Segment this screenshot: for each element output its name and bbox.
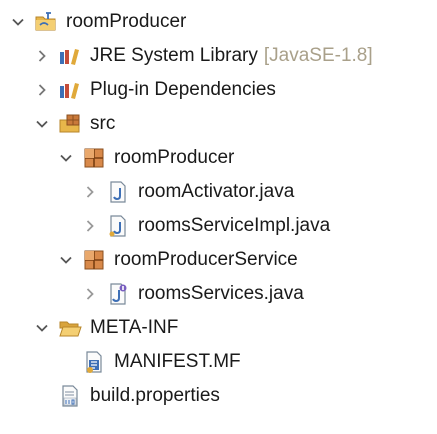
tree-item-roomactivator-java[interactable]: roomActivator.java bbox=[82, 176, 294, 208]
plugin-project-icon bbox=[34, 10, 58, 34]
package-explorer-tree: roomProducer JRE System Library [JavaSE-… bbox=[0, 0, 437, 434]
tree-item-label: roomProducer bbox=[114, 147, 235, 168]
tree-item-project-roomproducer[interactable]: roomProducer bbox=[10, 6, 186, 38]
chevron-right-icon[interactable] bbox=[34, 48, 50, 64]
manifest-file-icon bbox=[82, 350, 106, 374]
tree-item-label: JRE System Library bbox=[90, 45, 258, 66]
tree-item-manifest-mf[interactable]: MANIFEST.MF bbox=[58, 346, 241, 378]
chevron-right-icon[interactable] bbox=[34, 82, 50, 98]
tree-item-label: META-INF bbox=[90, 317, 179, 338]
package-icon bbox=[82, 146, 106, 170]
jre-version-decoration: [JavaSE-1.8] bbox=[263, 45, 373, 66]
chevron-right-icon[interactable] bbox=[82, 286, 98, 302]
package-icon bbox=[82, 248, 106, 272]
folder-open-icon bbox=[58, 316, 82, 340]
chevron-down-icon[interactable] bbox=[58, 252, 74, 268]
tree-item-label: roomActivator.java bbox=[138, 181, 295, 202]
chevron-down-icon[interactable] bbox=[34, 320, 50, 336]
tree-item-label: MANIFEST.MF bbox=[114, 351, 241, 372]
tree-item-roomsservices-java[interactable]: roomsServices.java bbox=[82, 278, 304, 310]
library-icon bbox=[58, 44, 82, 68]
tree-item-label: build.properties bbox=[90, 385, 220, 406]
java-file-icon bbox=[106, 214, 130, 238]
tree-item-label: roomsServices.java bbox=[138, 283, 304, 304]
tree-item-roomsserviceimpl-java[interactable]: roomsServiceImpl.java bbox=[82, 210, 330, 242]
tree-item-src-folder[interactable]: src bbox=[34, 108, 115, 140]
tree-item-meta-inf-folder[interactable]: META-INF bbox=[34, 312, 178, 344]
tree-item-label: roomsServiceImpl.java bbox=[138, 215, 331, 236]
chevron-right-icon[interactable] bbox=[82, 184, 98, 200]
properties-file-icon bbox=[58, 384, 82, 408]
chevron-down-icon[interactable] bbox=[34, 116, 50, 132]
tree-item-package-roomproducer[interactable]: roomProducer bbox=[58, 142, 234, 174]
tree-item-package-roomproducerservice[interactable]: roomProducerService bbox=[58, 244, 298, 276]
java-interface-file-icon bbox=[106, 282, 130, 306]
tree-item-jre-system-library[interactable]: JRE System Library [JavaSE-1.8] bbox=[34, 40, 373, 72]
tree-item-plugin-dependencies[interactable]: Plug-in Dependencies bbox=[34, 74, 276, 106]
chevron-down-icon[interactable] bbox=[58, 150, 74, 166]
chevron-right-icon[interactable] bbox=[82, 218, 98, 234]
tree-item-label: Plug-in Dependencies bbox=[90, 79, 276, 100]
tree-item-label: roomProducer bbox=[66, 11, 187, 32]
library-icon bbox=[58, 78, 82, 102]
tree-item-label: roomProducerService bbox=[114, 249, 298, 270]
source-folder-icon bbox=[58, 112, 82, 136]
java-file-icon bbox=[106, 180, 130, 204]
tree-item-build-properties[interactable]: build.properties bbox=[34, 380, 220, 412]
tree-item-label: src bbox=[90, 113, 116, 134]
chevron-down-icon[interactable] bbox=[10, 14, 26, 30]
